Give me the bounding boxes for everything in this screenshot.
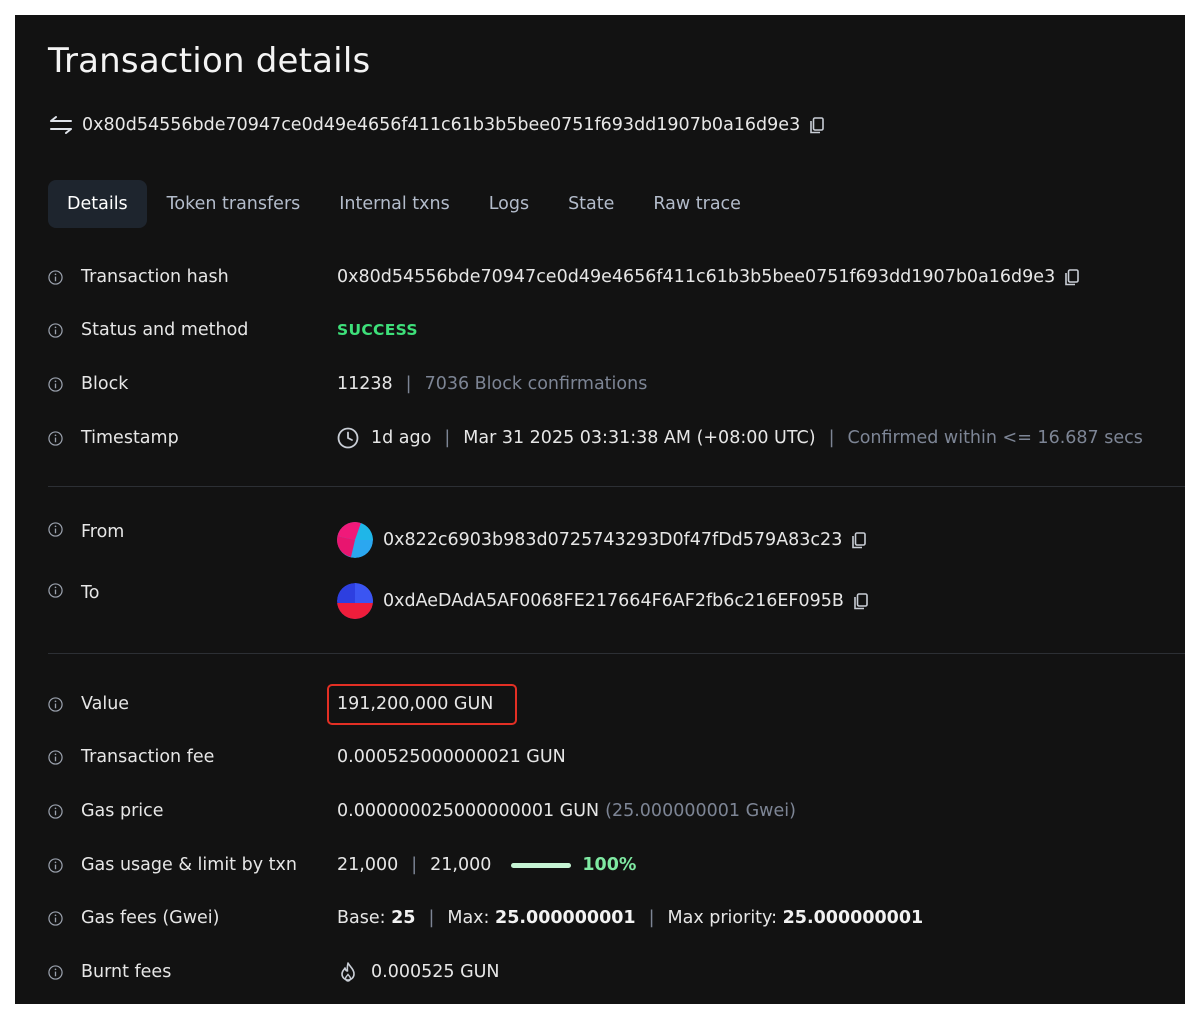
gas-fees-max-label: Max: [447, 908, 490, 928]
info-icon[interactable] [48, 803, 63, 819]
tab-details[interactable]: Details [48, 180, 147, 228]
to-avatar [337, 583, 373, 619]
separator: | [828, 428, 835, 448]
transaction-panel: Transaction details 0x80d54556bde70947ce… [15, 15, 1185, 1004]
tab-token-transfers[interactable]: Token transfers [148, 180, 320, 228]
tab-bar: Details Token transfers Internal txns Lo… [48, 180, 761, 228]
gas-fees-base-label: Base: [337, 908, 386, 928]
transaction-hash-value: 0x80d54556bde70947ce0d49e4656f411c61b3b5… [337, 267, 1056, 287]
transaction-fee-label: Transaction fee [81, 747, 215, 767]
info-icon[interactable] [48, 430, 63, 446]
row-block: Block 11238 | 7036 Block confirmations [48, 369, 1168, 399]
info-icon[interactable] [48, 522, 63, 537]
copy-icon[interactable] [854, 592, 868, 610]
separator: | [444, 428, 451, 448]
tab-logs[interactable]: Logs [470, 180, 548, 228]
timestamp-datetime: Mar 31 2025 03:31:38 AM (+08:00 UTC) [463, 428, 816, 448]
info-icon[interactable] [48, 749, 63, 765]
tab-internal-txns[interactable]: Internal txns [320, 180, 468, 228]
burnt-fees-value: 0.000525 GUN [371, 962, 500, 982]
block-confirmations: 7036 Block confirmations [424, 374, 648, 394]
gas-fees-base: 25 [391, 908, 416, 928]
from-label: From [81, 522, 125, 542]
flame-icon [341, 962, 355, 982]
to-address-link[interactable]: 0xdAeDAdA5AF0068FE217664F6AF2fb6c216EF09… [383, 591, 844, 611]
row-to: To 0xdAeDAdA5AF0068FE217664F6AF2fb6c216E… [48, 583, 1168, 619]
info-icon[interactable] [48, 696, 63, 712]
tab-raw-trace[interactable]: Raw trace [634, 180, 760, 228]
row-gas-price: Gas price 0.000000025000000001 GUN (25.0… [48, 796, 1168, 826]
to-label: To [81, 583, 100, 603]
info-icon[interactable] [48, 964, 63, 980]
row-status: Status and method SUCCESS [48, 315, 1168, 345]
gas-usage-value: 21,000 [337, 855, 399, 875]
gas-usage-label: Gas usage & limit by txn [81, 855, 297, 875]
row-gas-fees: Gas fees (Gwei) Base: 25 | Max: 25.00000… [48, 903, 1168, 933]
block-number-link[interactable]: 11238 [337, 374, 393, 394]
divider [48, 653, 1185, 654]
value-label: Value [81, 694, 130, 714]
burnt-fees-label: Burnt fees [81, 962, 172, 982]
gas-fees-max: 25.000000001 [495, 908, 636, 928]
info-icon[interactable] [48, 910, 63, 926]
page-title: Transaction details [48, 41, 371, 81]
row-timestamp: Timestamp 1d ago | Mar 31 2025 03:31:38 … [48, 423, 1168, 453]
timestamp-ago: 1d ago [371, 428, 432, 448]
swap-arrows-icon [50, 116, 72, 134]
block-label: Block [81, 374, 129, 394]
gas-price-value: 0.000000025000000001 GUN [337, 801, 600, 821]
copy-icon[interactable] [1065, 268, 1080, 286]
separator: | [648, 908, 655, 928]
gas-price-label: Gas price [81, 801, 164, 821]
gas-fees-max-priority: 25.000000001 [782, 908, 924, 928]
info-icon[interactable] [48, 376, 63, 392]
clock-icon [337, 427, 359, 449]
gas-limit-value: 21,000 [430, 855, 492, 875]
transaction-fee-value: 0.000525000000021 GUN [337, 747, 566, 767]
info-icon[interactable] [48, 269, 63, 285]
separator: | [411, 855, 418, 875]
copy-icon[interactable] [852, 531, 867, 549]
timestamp-label: Timestamp [81, 428, 179, 448]
from-address-link[interactable]: 0x822c6903b983d0725743293D0f47fDd579A83c… [383, 530, 842, 550]
gas-usage-percent: 100% [582, 855, 637, 875]
transaction-hash-label: Transaction hash [81, 267, 229, 287]
status-badge: SUCCESS [337, 321, 418, 339]
copy-icon[interactable] [810, 116, 825, 134]
from-avatar [337, 522, 373, 558]
gas-fees-max-priority-label: Max priority: [667, 908, 778, 928]
info-icon[interactable] [48, 583, 63, 598]
status-label: Status and method [81, 320, 249, 340]
header-hash-text: 0x80d54556bde70947ce0d49e4656f411c61b3b5… [82, 115, 801, 135]
gas-usage-bar [511, 862, 572, 868]
separator: | [405, 374, 412, 394]
row-transaction-hash: Transaction hash 0x80d54556bde70947ce0d4… [48, 262, 1168, 292]
info-icon[interactable] [48, 322, 63, 338]
gas-fees-label: Gas fees (Gwei) [81, 908, 220, 928]
row-from: From 0x822c6903b983d0725743293D0f47fDd57… [48, 522, 1168, 558]
info-icon[interactable] [48, 857, 63, 873]
value-highlight-box [327, 684, 517, 725]
row-transaction-fee: Transaction fee 0.000525000000021 GUN [48, 742, 1168, 772]
header-hash: 0x80d54556bde70947ce0d49e4656f411c61b3b5… [48, 113, 825, 137]
tab-state[interactable]: State [549, 180, 633, 228]
timestamp-confirmed: Confirmed within <= 16.687 secs [847, 428, 1143, 448]
divider [48, 486, 1185, 487]
row-burnt-fees: Burnt fees 0.000525 GUN [48, 957, 1168, 987]
row-value: Value 191,200,000 GUN [48, 689, 1168, 719]
gas-price-gwei: (25.000000001 Gwei) [605, 801, 796, 821]
separator: | [428, 908, 435, 928]
row-gas-usage: Gas usage & limit by txn 21,000 | 21,000… [48, 850, 1168, 880]
